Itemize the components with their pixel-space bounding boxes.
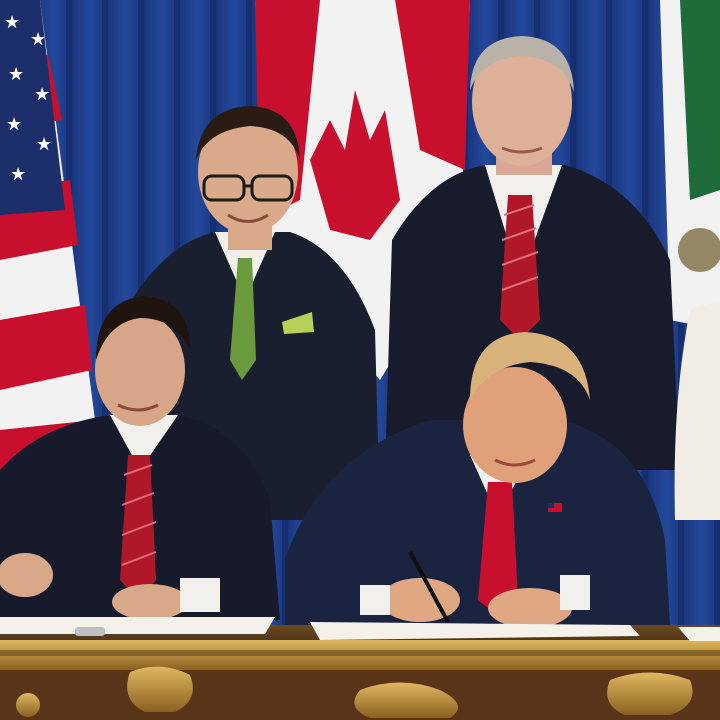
photo-scene: ★ ★ ★ ★ ★ ★ ★	[0, 0, 720, 720]
svg-text:★: ★	[6, 114, 22, 135]
svg-text:★: ★	[4, 12, 20, 33]
svg-text:★: ★	[36, 134, 52, 155]
svg-text:★: ★	[8, 64, 24, 85]
signing-photo: ★ ★ ★ ★ ★ ★ ★	[0, 0, 720, 720]
svg-text:★: ★	[30, 29, 46, 50]
svg-text:★: ★	[10, 164, 26, 185]
svg-text:★: ★	[34, 84, 50, 105]
